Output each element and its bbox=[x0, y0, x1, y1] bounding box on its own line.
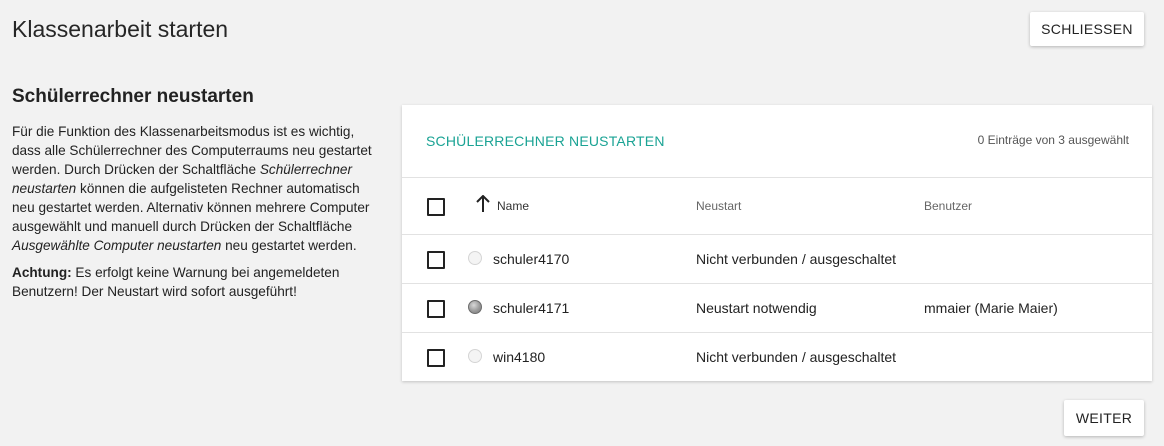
row-checkbox[interactable] bbox=[427, 251, 445, 269]
online-status-icon bbox=[468, 300, 482, 314]
row-checkbox[interactable] bbox=[427, 349, 445, 367]
description: Für die Funktion des Klassenarbeitsmodus… bbox=[12, 122, 382, 309]
table-header-bar: SCHÜLERRECHNER NEUSTARTEN 0 Einträge von… bbox=[402, 105, 1152, 178]
computer-name: schuler4171 bbox=[493, 300, 570, 316]
description-text: neu gestartet werden. bbox=[221, 238, 357, 253]
table-row[interactable]: win4180 Nicht verbunden / ausgeschaltet bbox=[402, 333, 1152, 381]
offline-status-icon bbox=[468, 349, 482, 363]
computer-name: win4180 bbox=[493, 349, 546, 365]
table-column-header: Name Neustart Benutzer bbox=[402, 178, 1152, 235]
description-emphasis: Ausgewählte Computer neustarten bbox=[12, 238, 222, 253]
table-row[interactable]: schuler4170 Nicht verbunden / ausgeschal… bbox=[402, 235, 1152, 284]
restart-status: Nicht verbunden / ausgeschaltet bbox=[696, 349, 897, 365]
sort-ascending-icon[interactable] bbox=[475, 195, 491, 213]
logged-in-user: mmaier (Marie Maier) bbox=[924, 300, 1058, 316]
column-header-user[interactable]: Benutzer bbox=[924, 199, 972, 213]
restart-status: Nicht verbunden / ausgeschaltet bbox=[696, 251, 897, 267]
row-checkbox[interactable] bbox=[427, 300, 445, 318]
column-header-restart[interactable]: Neustart bbox=[696, 199, 741, 213]
page-title: Klassenarbeit starten bbox=[12, 16, 229, 42]
computer-name: schuler4170 bbox=[493, 251, 570, 267]
close-button[interactable]: SCHLIESSEN bbox=[1030, 12, 1144, 46]
restart-status: Neustart notwendig bbox=[696, 300, 817, 316]
warning-paragraph: Achtung: Es erfolgt keine Warnung bei an… bbox=[12, 263, 382, 301]
section-title: Schülerrechner neustarten bbox=[12, 86, 254, 107]
selection-count: 0 Einträge von 3 ausgewählt bbox=[977, 133, 1129, 147]
computer-table-card: SCHÜLERRECHNER NEUSTARTEN 0 Einträge von… bbox=[402, 105, 1152, 381]
next-button[interactable]: WEITER bbox=[1064, 400, 1144, 436]
table-row[interactable]: schuler4171 Neustart notwendig mmaier (M… bbox=[402, 284, 1152, 333]
column-header-name[interactable]: Name bbox=[497, 199, 529, 213]
select-all-checkbox[interactable] bbox=[427, 198, 445, 216]
description-paragraph: Für die Funktion des Klassenarbeitsmodus… bbox=[12, 122, 382, 255]
offline-status-icon bbox=[468, 251, 482, 265]
table-title: SCHÜLERRECHNER NEUSTARTEN bbox=[426, 133, 665, 149]
warning-label: Achtung: bbox=[12, 265, 72, 280]
